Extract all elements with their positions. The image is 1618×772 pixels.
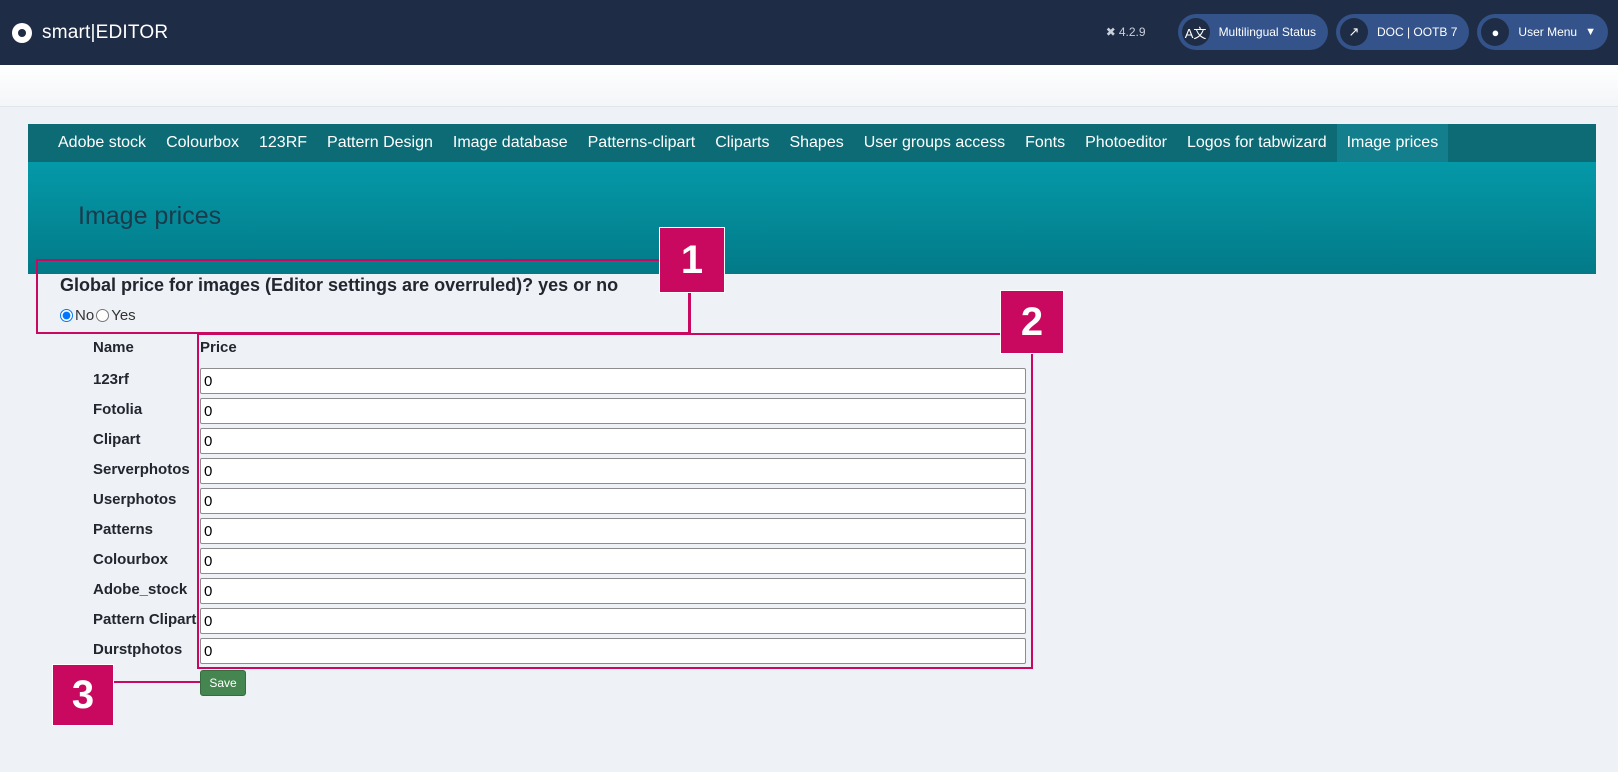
tab-pattern-design[interactable]: Pattern Design [317,124,443,162]
tab-fonts[interactable]: Fonts [1015,124,1075,162]
annotation-badge-3: 3 [52,664,114,726]
price-row-label: Pattern Clipart [93,611,197,628]
price-input-123rf[interactable] [200,368,1026,394]
radio-yes[interactable] [96,309,110,322]
tab-patterns-clipart[interactable]: Patterns-clipart [578,124,706,162]
price-input-adobe-stock[interactable] [200,578,1026,604]
annotation-badge-2: 2 [1000,290,1064,354]
doc-link-label: DOC | OOTB 7 [1376,25,1458,39]
price-row-label: 123rf [93,371,129,388]
price-row-label: Userphotos [93,491,177,508]
joomla-icon: ✖ [1105,25,1116,39]
tab-123rf[interactable]: 123RF [249,124,317,162]
tab-photoeditor[interactable]: Photoeditor [1075,124,1177,162]
chevron-down-icon: ▼ [1585,26,1596,38]
radio-yes-label[interactable]: Yes [111,307,135,324]
tab-navigation: Adobe stock Colourbox 123RF Pattern Desi… [28,124,1596,162]
version-indicator: ✖ 4.2.9 [1106,25,1146,39]
price-row-label: Durstphotos [93,641,183,658]
subheader-bar [0,65,1618,107]
column-header-name: Name [93,339,134,356]
column-header-price: Price [200,339,237,356]
user-circle-icon: ● [1481,18,1510,46]
price-row-label: Clipart [93,431,141,448]
price-row-label: Fotolia [93,401,143,418]
price-input-serverphotos[interactable] [200,458,1026,484]
price-input-durstphotos[interactable] [200,638,1026,664]
app-name: smart|EDITOR [42,21,169,43]
price-row-label: Patterns [93,521,154,538]
tab-image-database[interactable]: Image database [443,124,578,162]
price-input-pattern-clipart[interactable] [200,608,1026,634]
user-menu-button[interactable]: ● User Menu ▼ [1477,14,1608,50]
tab-adobe-stock[interactable]: Adobe stock [48,124,156,162]
annotation-badge-1: 1 [659,227,725,293]
logo-icon [12,22,32,43]
save-button[interactable]: Save [200,670,246,696]
annotation-connector-1 [689,293,691,333]
global-price-question: Global price for images (Editor settings… [60,275,619,295]
price-row-label: Serverphotos [93,461,190,478]
price-row-label: Adobe_stock [93,581,188,598]
price-input-fotolia[interactable] [200,398,1026,424]
doc-link-button[interactable]: ↗ DOC | OOTB 7 [1335,14,1470,50]
price-row-label: Colourbox [93,551,168,568]
price-input-clipart[interactable] [200,428,1026,454]
page-banner: Image prices [28,162,1596,274]
app-logo[interactable]: smart|EDITOR [12,22,168,44]
tab-image-prices[interactable]: Image prices [1336,124,1449,162]
tab-shapes[interactable]: Shapes [779,124,853,162]
version-label: 4.2.9 [1118,25,1146,39]
page-title: Image prices [78,202,222,230]
tab-colourbox[interactable]: Colourbox [156,124,249,162]
multilingual-status-label: Multilingual Status [1218,25,1316,39]
price-input-colourbox[interactable] [200,548,1026,574]
annotation-connector-3 [114,681,200,683]
tab-cliparts[interactable]: Cliparts [705,124,779,162]
multilingual-status-button[interactable]: A文 Multilingual Status [1177,14,1328,50]
radio-no-label[interactable]: No [75,307,94,324]
price-input-patterns[interactable] [200,518,1026,544]
price-input-userphotos[interactable] [200,488,1026,514]
translate-icon: A文 [1181,18,1210,46]
user-menu-label: User Menu [1518,25,1578,39]
global-price-radio-group: No Yes [60,307,138,324]
top-header: smart|EDITOR ✖ 4.2.9 A文 Multilingual Sta… [0,0,1618,65]
radio-no[interactable] [60,309,73,322]
tab-logos-for-tabwizard[interactable]: Logos for tabwizard [1177,124,1337,162]
external-link-icon: ↗ [1339,18,1368,46]
tab-user-groups-access[interactable]: User groups access [854,124,1015,162]
